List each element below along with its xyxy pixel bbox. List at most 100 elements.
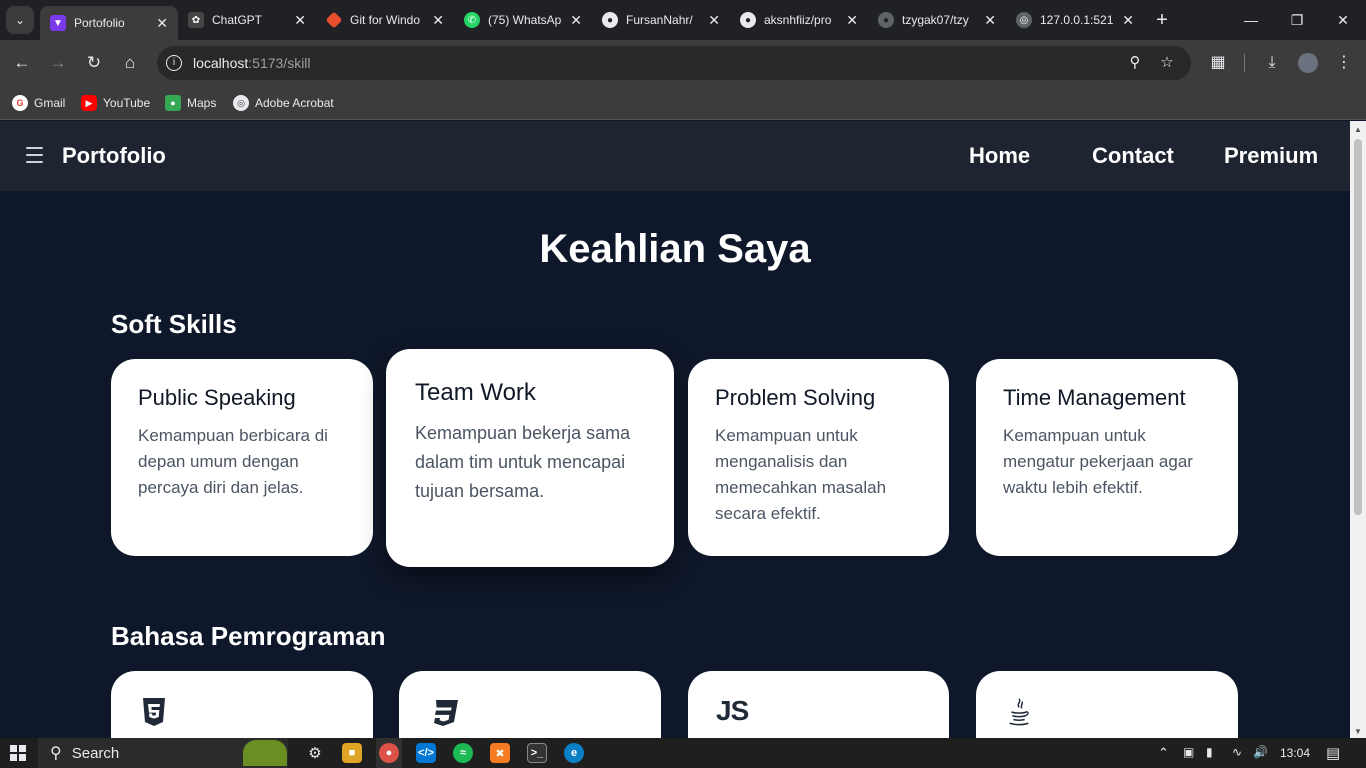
browser-tab-strip: ⌄ ▼ Portofolio ✕ ✿ ChatGPT ✕ Git for Win… (0, 0, 1366, 40)
restore-icon[interactable]: ❐ (1274, 6, 1320, 34)
battery-icon[interactable]: ▮ (1206, 745, 1213, 759)
lang-card-js[interactable]: JS (688, 671, 949, 738)
taskbar-search-box[interactable]: ⚲ Search (38, 738, 288, 768)
nav-link-contact[interactable]: Contact (1092, 143, 1174, 169)
extensions-puzzle-icon[interactable]: ▦ (1206, 51, 1230, 75)
bookmark-youtube[interactable]: ▶ YouTube (81, 92, 150, 114)
globe-favicon-icon: ◎ (1016, 12, 1032, 28)
tab-close-icon[interactable]: ✕ (708, 12, 720, 29)
tab-chatgpt[interactable]: ✿ ChatGPT ✕ (178, 6, 316, 34)
home-icon[interactable]: ⌂ (118, 51, 142, 75)
lang-card-html[interactable] (111, 671, 373, 738)
chatgpt-favicon-icon: ✿ (188, 12, 204, 28)
page-scrollbar[interactable]: ▲ ▼ (1350, 121, 1366, 738)
search-icon: ⚲ (50, 745, 62, 762)
google-icon: G (12, 95, 28, 111)
show-hidden-icons-chevron-icon[interactable]: ⌃ (1158, 745, 1169, 761)
scroll-down-arrow-icon[interactable]: ▼ (1354, 727, 1362, 736)
meet-now-icon[interactable]: ▣ (1183, 745, 1194, 759)
skill-card-desc: Kemampuan berbicara di depan umum dengan… (138, 426, 328, 497)
page-title: Keahlian Saya (539, 227, 811, 271)
download-icon[interactable]: ⤓ (1260, 51, 1284, 75)
tab-github-fursannahr[interactable]: ● FursanNahr/ ✕ (592, 6, 730, 34)
bookmark-label: Adobe Acrobat (255, 96, 334, 110)
css3-icon (434, 700, 458, 726)
lang-card-css[interactable] (399, 671, 661, 738)
tab-localhost-127[interactable]: ◎ 127.0.0.1:521 ✕ (1006, 6, 1144, 34)
browser-toolbar: ← → ↻ ⌂ i localhost:5173/skill ⚲ ☆ ▦ ⤓ ⋮ (0, 40, 1366, 86)
tab-title: aksnhfiiz/pro (764, 13, 832, 27)
edge-icon[interactable]: e (564, 743, 584, 763)
scrollbar-thumb[interactable] (1354, 139, 1362, 515)
file-explorer-icon[interactable]: ■ (342, 743, 362, 763)
tab-close-icon[interactable]: ✕ (156, 15, 168, 32)
tab-title: Git for Windo (350, 13, 421, 27)
zoom-icon[interactable]: ⚲ (1125, 53, 1145, 73)
chrome-menu-icon[interactable]: ⋮ (1332, 51, 1356, 75)
system-clock[interactable]: 13:04 (1280, 746, 1310, 760)
tab-portofolio[interactable]: ▼ Portofolio ✕ (40, 6, 178, 40)
bookmark-adobe-acrobat[interactable]: ◎ Adobe Acrobat (233, 92, 334, 114)
volume-icon[interactable]: 🔊 (1253, 745, 1268, 759)
url-text[interactable]: localhost:5173/skill (193, 55, 311, 71)
tab-close-icon[interactable]: ✕ (1122, 12, 1134, 29)
tab-title: (75) WhatsAp (488, 13, 562, 27)
tab-git-for-windows[interactable]: Git for Windo ✕ (316, 6, 454, 34)
skill-card-public-speaking[interactable]: Public Speaking Kemampuan berbicara di d… (111, 359, 373, 556)
windows-start-icon[interactable] (10, 745, 26, 761)
tab-close-icon[interactable]: ✕ (294, 12, 306, 29)
new-tab-plus-icon[interactable]: + (1150, 8, 1174, 32)
skill-card-title: Time Management (1003, 385, 1186, 410)
url-host: localhost (193, 55, 249, 71)
vscode-icon[interactable]: </> (416, 743, 436, 763)
nav-link-home[interactable]: Home (969, 143, 1030, 169)
whatsapp-favicon-icon: ✆ (464, 12, 480, 28)
java-icon (1009, 698, 1029, 726)
terminal-icon[interactable]: >_ (527, 743, 547, 763)
address-bar[interactable]: i localhost:5173/skill ⚲ ☆ (157, 46, 1191, 80)
scroll-up-arrow-icon[interactable]: ▲ (1354, 125, 1362, 134)
reload-icon[interactable]: ↻ (82, 51, 106, 75)
bookmark-label: Maps (187, 96, 217, 110)
tab-close-icon[interactable]: ✕ (432, 12, 444, 29)
tab-github-aksnhfiiz[interactable]: ● aksnhfiiz/pro ✕ (730, 6, 868, 34)
skill-card-problem-solving[interactable]: Problem Solving Kemampuan untuk menganal… (688, 359, 949, 556)
minimize-icon[interactable]: — (1228, 6, 1274, 34)
bookmark-label: Gmail (34, 96, 66, 110)
skill-card-title: Public Speaking (138, 385, 296, 410)
window-close-icon[interactable]: ✕ (1320, 6, 1366, 34)
xampp-icon[interactable]: ✖ (490, 743, 510, 763)
skill-card-team-work[interactable]: Team Work Kemampuan bekerja sama dalam t… (386, 349, 674, 567)
windows-taskbar: ⚲ Search ⚙ ■ ● </> ≈ ✖ >_ e ⌃ ▣ ▮ ∿ 🔊 13… (0, 738, 1366, 768)
wifi-icon[interactable]: ∿ (1232, 745, 1242, 759)
html5-icon (143, 698, 165, 726)
hamburger-menu-icon[interactable] (26, 147, 43, 164)
skill-card-time-management[interactable]: Time Management Kemampuan untuk mengatur… (976, 359, 1238, 556)
tab-title: FursanNahr/ (626, 13, 693, 27)
nav-link-premium[interactable]: Premium (1224, 143, 1318, 169)
bookmark-maps[interactable]: ● Maps (165, 92, 216, 114)
tab-github-tzygak07[interactable]: ● tzygak07/tzy ✕ (868, 6, 1006, 34)
tab-whatsapp[interactable]: ✆ (75) WhatsAp ✕ (454, 6, 592, 34)
site-info-icon[interactable]: i (166, 55, 182, 71)
js-icon: JS (716, 695, 749, 726)
active-app-highlight (376, 738, 402, 768)
tab-close-icon[interactable]: ✕ (984, 12, 996, 29)
back-arrow-icon[interactable]: ← (10, 51, 34, 75)
profile-avatar-icon[interactable] (1296, 51, 1320, 75)
settings-gear-icon[interactable]: ⚙ (305, 743, 325, 763)
bookmark-star-icon[interactable]: ☆ (1157, 53, 1177, 73)
lang-card-java[interactable] (976, 671, 1238, 738)
spotify-icon[interactable]: ≈ (453, 743, 473, 763)
github-favicon-icon: ● (602, 12, 618, 28)
bookmark-label: YouTube (103, 96, 151, 110)
bookmark-gmail[interactable]: G Gmail (12, 92, 65, 114)
search-label: Search (71, 744, 120, 762)
skill-card-desc: Kemampuan untuk mengatur pekerjaan agar … (1003, 426, 1193, 497)
tab-close-icon[interactable]: ✕ (570, 12, 582, 29)
site-brand[interactable]: Portofolio (62, 143, 166, 169)
tab-close-icon[interactable]: ✕ (846, 12, 858, 29)
notifications-icon[interactable]: ▤ (1326, 744, 1340, 762)
tab-search-chevron-icon[interactable]: ⌄ (6, 6, 34, 34)
forward-arrow-icon[interactable]: → (46, 51, 70, 75)
